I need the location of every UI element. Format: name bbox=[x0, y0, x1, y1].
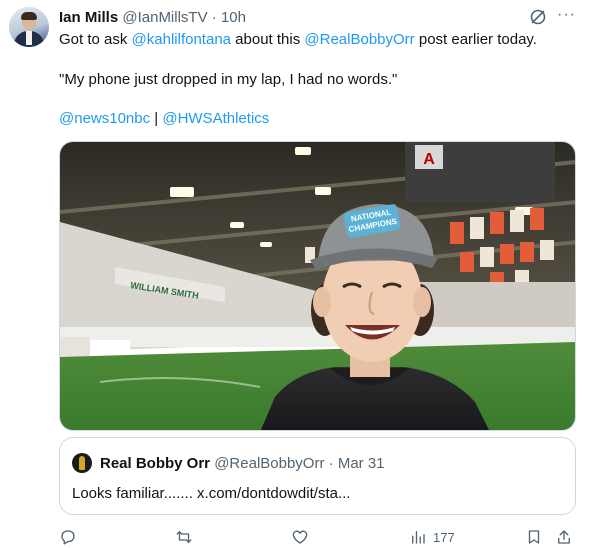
bookmark-button[interactable] bbox=[525, 527, 543, 547]
trophy-figure-icon bbox=[79, 456, 85, 470]
quoted-tweet-header: Real Bobby Orr @RealBobbyOrr · Mar 31 bbox=[100, 454, 385, 473]
mention-news10nbc[interactable]: @news10nbc bbox=[59, 110, 150, 127]
author-name[interactable]: Ian Mills bbox=[59, 9, 118, 26]
mention-realbobbyorr[interactable]: @RealBobbyOrr bbox=[304, 31, 414, 48]
tweet-video[interactable]: A WILLIAM SMITH NATIONAL CHAMPIONS bbox=[59, 141, 576, 431]
quoted-tweet[interactable]: Real Bobby Orr @RealBobbyOrr · Mar 31 Lo… bbox=[59, 437, 576, 515]
quoted-author-handle: @RealBobbyOrr bbox=[214, 455, 325, 472]
heart-icon bbox=[292, 530, 308, 544]
tweet-tags-line: @news10nbc | @HWSAthletics bbox=[59, 109, 269, 129]
tweet-quote-line: "My phone just dropped in my lap, I had … bbox=[59, 71, 398, 88]
tweet-text-part: post earlier today. bbox=[414, 31, 537, 48]
video-thumbnail: A WILLIAM SMITH NATIONAL CHAMPIONS bbox=[60, 142, 575, 430]
bookmark-icon bbox=[528, 530, 540, 544]
tweet-actions-bar: 177 bbox=[59, 527, 579, 547]
share-button[interactable] bbox=[555, 527, 573, 547]
tweet-time[interactable]: 10h bbox=[221, 9, 246, 26]
tweet-text-part: about this bbox=[231, 31, 305, 48]
tweet-header: Ian Mills @IanMillsTV · 10h bbox=[59, 8, 246, 27]
share-icon bbox=[558, 530, 570, 544]
repost-button[interactable] bbox=[175, 527, 193, 547]
quoted-tweet-date: Mar 31 bbox=[337, 455, 385, 472]
more-options-icon[interactable]: ··· bbox=[557, 6, 576, 24]
tweet-line-1: Got to ask @kahlilfontana about this @Re… bbox=[59, 30, 537, 50]
author-handle[interactable]: @IanMillsTV bbox=[122, 9, 207, 26]
quoted-author-name: Real Bobby Orr bbox=[100, 455, 211, 472]
reply-icon bbox=[61, 530, 75, 545]
like-button[interactable] bbox=[291, 527, 309, 547]
mention-kahlilfontana[interactable]: @kahlilfontana bbox=[132, 31, 231, 48]
grok-icon[interactable] bbox=[529, 8, 547, 26]
quoted-separator: · bbox=[328, 455, 334, 472]
avatar-hair bbox=[21, 12, 37, 20]
quoted-author-avatar bbox=[72, 453, 92, 473]
reply-button[interactable] bbox=[59, 527, 77, 547]
quoted-tweet-text: Looks familiar....... x.com/dontdowdit/s… bbox=[72, 485, 351, 502]
tag-separator: | bbox=[150, 110, 163, 127]
avatar-shirt bbox=[26, 31, 32, 45]
mention-hwsathletics[interactable]: @HWSAthletics bbox=[162, 110, 269, 127]
scoreboard-letter: A bbox=[423, 151, 435, 168]
analytics-icon bbox=[412, 531, 425, 544]
views-button[interactable]: 177 bbox=[409, 527, 455, 547]
repost-icon bbox=[176, 531, 192, 543]
author-avatar[interactable] bbox=[9, 7, 49, 47]
views-count: 177 bbox=[433, 529, 455, 545]
tweet-text-part: Got to ask bbox=[59, 31, 132, 48]
